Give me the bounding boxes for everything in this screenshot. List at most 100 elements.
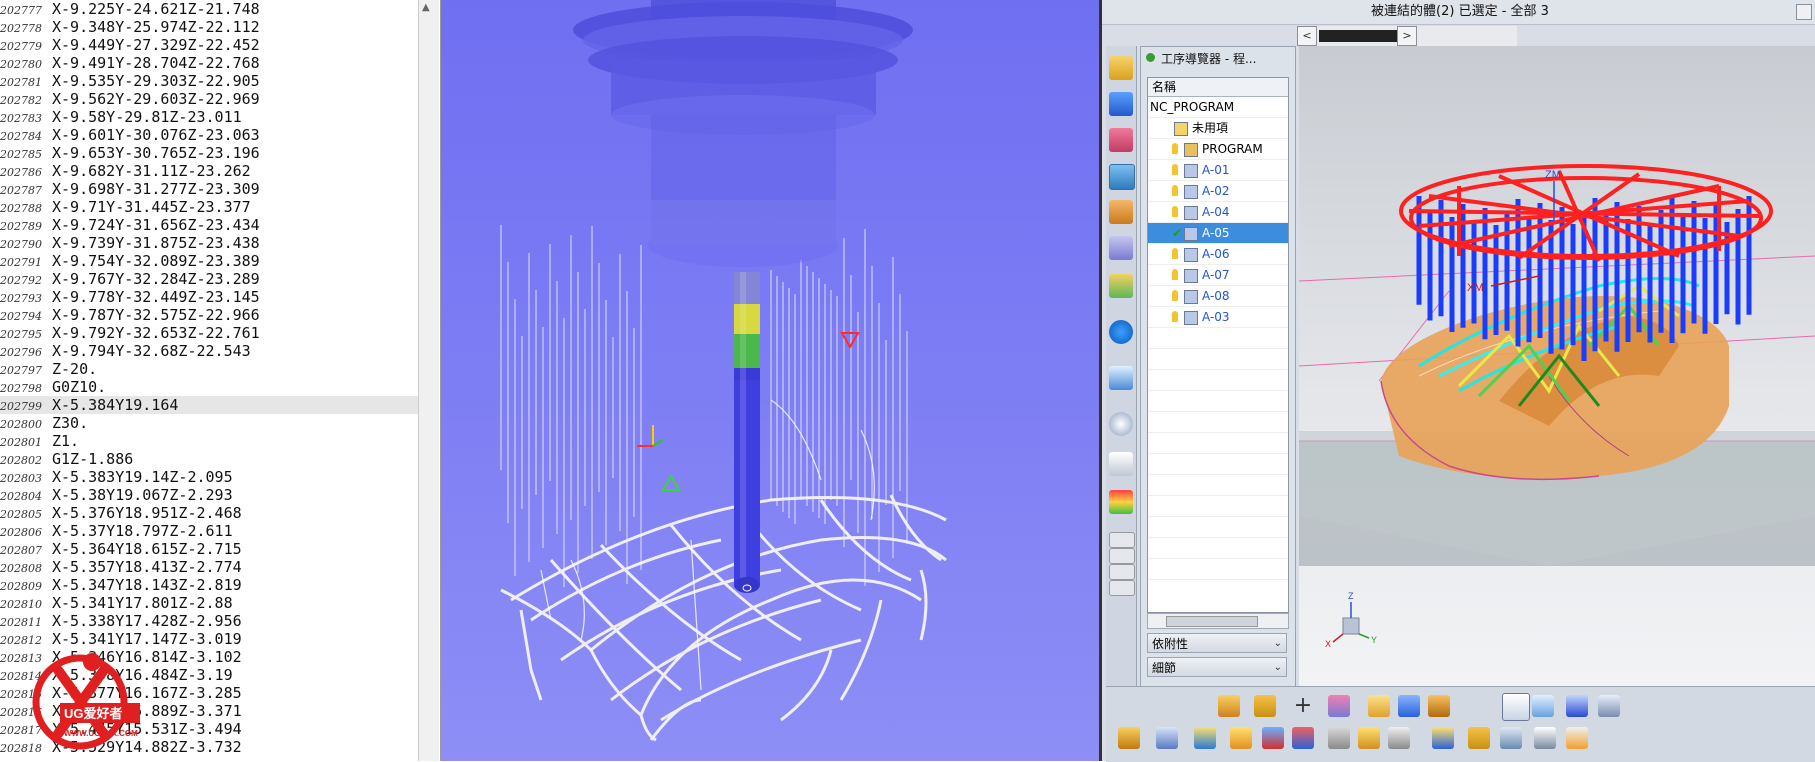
tree-item-a-02[interactable]: A-02 (1148, 181, 1288, 202)
assembly-navigator-icon[interactable] (1109, 56, 1133, 80)
tree-item-program[interactable]: PROGRAM (1148, 139, 1288, 160)
tree-item-a-04[interactable]: A-04 (1148, 202, 1288, 223)
gcode-line[interactable]: 202783 X-9.58Y-29.81Z-23.011 (0, 108, 418, 126)
paste-icon[interactable] (1230, 727, 1252, 749)
nx-graphics-window[interactable]: ZM XM Z X Y (1299, 46, 1815, 686)
gcode-line[interactable]: 202790 X-9.739Y-31.875Z-23.438 (0, 234, 418, 252)
history-palette-icon[interactable] (1109, 366, 1133, 390)
tool-path-icon[interactable] (1328, 695, 1350, 717)
tree-item-nc-program[interactable]: NC_PROGRAM (1148, 97, 1288, 118)
machine-tool-navigator-icon[interactable] (1109, 200, 1133, 224)
chain-icon[interactable] (1468, 727, 1490, 749)
generate-icon[interactable] (1428, 695, 1450, 717)
gcode-line[interactable]: 202797 Z-20. (0, 360, 418, 378)
operation-navigator-icon[interactable] (1109, 164, 1135, 190)
gcode-line[interactable]: 202806 X-5.37Y18.797Z-2.611 (0, 522, 418, 540)
tree-item-a-06[interactable]: A-06 (1148, 244, 1288, 265)
shop-doc-icon[interactable] (1358, 727, 1380, 749)
gcode-line[interactable]: 202794 X-9.787Y-32.575Z-22.966 (0, 306, 418, 324)
gcode-line[interactable]: 202788 X-9.71Y-31.445Z-23.377 (0, 198, 418, 216)
gcode-line[interactable]: 202787 X-9.698Y-31.277Z-23.309 (0, 180, 418, 198)
scroll-right-button[interactable]: > (1397, 26, 1417, 46)
navigator-hscroll-thumb[interactable] (1166, 616, 1258, 627)
gcode-line[interactable]: 202789 X-9.724Y-31.656Z-23.434 (0, 216, 418, 234)
gcode-line[interactable]: 202792 X-9.767Y-32.284Z-23.289 (0, 270, 418, 288)
reuse-library-icon[interactable] (1109, 236, 1133, 260)
tree-item-a-03[interactable]: A-03 (1148, 307, 1288, 328)
gcode-line[interactable]: 202782 X-9.562Y-29.603Z-22.969 (0, 90, 418, 108)
tree-item-a-07[interactable]: A-07 (1148, 265, 1288, 286)
feature-icon[interactable] (1432, 727, 1454, 749)
gcode-line[interactable]: 202808 X-5.357Y18.413Z-2.774 (0, 558, 418, 576)
list-icon[interactable] (1534, 727, 1556, 749)
program-order-view-icon[interactable] (1502, 693, 1530, 721)
create-program-icon[interactable] (1218, 695, 1240, 717)
gcode-line[interactable]: 202785 X-9.653Y-30.765Z-23.196 (0, 144, 418, 162)
details-panel[interactable]: 細節 ⌄ (1147, 657, 1287, 677)
constraint-navigator-icon[interactable] (1109, 92, 1133, 116)
simulation-viewport[interactable] (441, 0, 1099, 761)
edit-object-icon[interactable] (1118, 727, 1140, 749)
gcode-line[interactable]: 202811 X-5.338Y17.428Z-2.956 (0, 612, 418, 630)
resource-bar-scroll-mid[interactable] (1109, 548, 1135, 564)
gcode-line[interactable]: 202784 X-9.601Y-30.076Z-23.063 (0, 126, 418, 144)
machine-tool-view-icon[interactable] (1532, 695, 1554, 717)
gcode-editor[interactable]: 202777 X-9.225Y-24.621Z-21.748 202778 X-9.3… (0, 0, 441, 761)
resource-bar-scroll-down[interactable] (1109, 564, 1135, 580)
copy-icon[interactable] (1194, 727, 1216, 749)
method-view-icon[interactable] (1598, 695, 1620, 717)
gcode-line[interactable]: 202807 X-5.364Y18.615Z-2.715 (0, 540, 418, 558)
tree-item-a-08[interactable]: A-08 (1148, 286, 1288, 307)
gcode-line[interactable]: 202809 X-5.347Y18.143Z-2.819 (0, 576, 418, 594)
web-browser-icon[interactable] (1109, 320, 1133, 344)
gcode-line[interactable]: 202800 Z30. (0, 414, 418, 432)
gcode-line[interactable]: 202779 X-9.449Y-27.329Z-22.452 (0, 36, 418, 54)
clock-history-icon[interactable] (1109, 412, 1133, 436)
gcode-line[interactable]: 202803 X-5.383Y19.14Z-2.095 (0, 468, 418, 486)
system-materials-icon[interactable] (1109, 452, 1133, 476)
scroll-up-icon[interactable]: ▲ (422, 2, 430, 13)
scroll-thumb[interactable] (1319, 30, 1399, 42)
column-header-name[interactable]: 名稱 (1148, 78, 1288, 97)
dependencies-panel[interactable]: 依附性 ⌄ (1147, 633, 1287, 653)
gcode-line[interactable]: 202796 X-9.794Y-32.68Z-22.543 (0, 342, 418, 360)
gcode-line[interactable]: 202791 X-9.754Y-32.089Z-23.389 (0, 252, 418, 270)
chevron-down-icon[interactable]: ⌄ (1274, 634, 1282, 654)
gcode-line[interactable]: 202810 X-5.341Y17.801Z-2.88 (0, 594, 418, 612)
pin-icon[interactable] (1146, 53, 1155, 62)
method-icon[interactable] (1398, 695, 1420, 717)
window-control-button[interactable] (1796, 4, 1812, 20)
tree-item-a-01[interactable]: A-01 (1148, 160, 1288, 181)
gcode-line[interactable]: 202793 X-9.778Y-32.449Z-23.145 (0, 288, 418, 306)
gcode-line[interactable]: 202799 X-5.384Y19.164 (0, 396, 418, 414)
nx-tab-scrollbar[interactable]: < > (1297, 26, 1517, 46)
gcode-line[interactable]: 202802 G1Z-1.886 (0, 450, 418, 468)
gcode-line[interactable]: 202781 X-9.535Y-29.303Z-22.905 (0, 72, 418, 90)
resource-bar-scroll-end[interactable] (1109, 580, 1135, 596)
tree-icon[interactable] (1500, 727, 1522, 749)
gcode-line[interactable]: 202780 X-9.491Y-28.704Z-22.768 (0, 54, 418, 72)
gcode-line[interactable]: 202777 X-9.225Y-24.621Z-21.748 (0, 0, 418, 18)
roles-palette-icon[interactable] (1109, 490, 1133, 514)
part-navigator-icon[interactable] (1109, 128, 1133, 152)
tree-item--[interactable]: 未用項 (1148, 118, 1288, 139)
navigator-hscrollbar[interactable] (1147, 613, 1289, 629)
link-icon[interactable] (1254, 695, 1276, 717)
resource-bar-scroll-up[interactable] (1109, 532, 1135, 548)
gcode-line[interactable]: 202801 Z1. (0, 432, 418, 450)
chevron-down-icon[interactable]: ⌄ (1274, 658, 1282, 678)
gcode-line[interactable]: 202798 G0Z10. (0, 378, 418, 396)
scroll-left-button[interactable]: < (1297, 26, 1317, 46)
add-icon[interactable]: + (1292, 695, 1314, 717)
gcode-line[interactable]: 202804 X-5.38Y19.067Z-2.293 (0, 486, 418, 504)
post-process-icon[interactable] (1328, 727, 1350, 749)
library-books-icon[interactable] (1109, 274, 1133, 298)
verify-toolpath-icon[interactable] (1262, 727, 1284, 749)
tree-item-a-05[interactable]: ✔ A-05 (1148, 223, 1288, 244)
cut-icon[interactable] (1156, 727, 1178, 749)
geometry-icon[interactable] (1368, 695, 1390, 717)
gcode-scrollbar[interactable]: ▲ (418, 0, 439, 761)
output-cls-icon[interactable] (1388, 727, 1410, 749)
gcode-line[interactable]: 202795 X-9.792Y-32.653Z-22.761 (0, 324, 418, 342)
object-icon[interactable] (1566, 727, 1588, 749)
